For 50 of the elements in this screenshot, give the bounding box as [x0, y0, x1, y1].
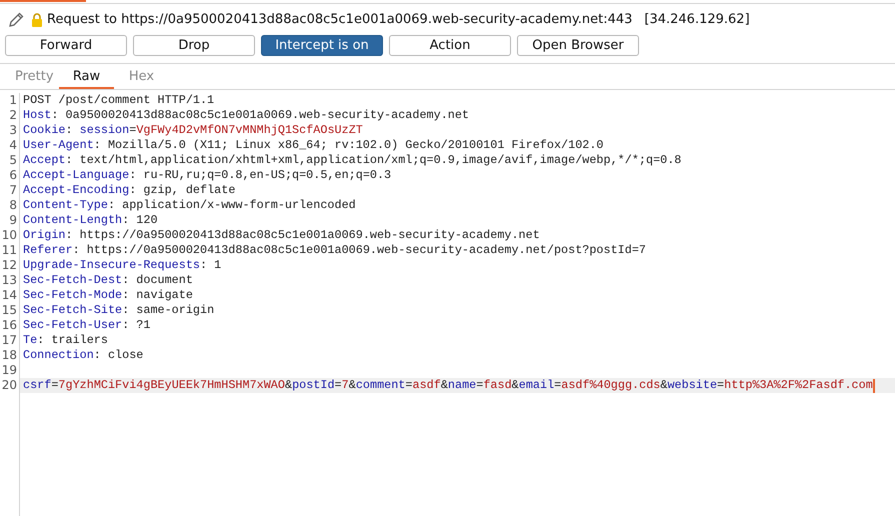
line-number: 13 [2, 273, 17, 288]
line-number: 15 [2, 303, 17, 318]
action-button[interactable]: Action [389, 35, 511, 56]
code-line: Upgrade-Insecure-Requests: 1 [23, 258, 222, 273]
intercept-toggle[interactable]: Intercept is on [261, 35, 383, 56]
request-url: Request to https://0a9500020413d88ac08c5c1e001a0069.web-security-academy.net:443 [47, 10, 632, 29]
line-number: 17 [2, 333, 17, 348]
code-line: User-Agent: Mozilla/5.0 (X11; Linux x86_64; rv:102.0) Gecko/20100101 Firefox/102.0 [23, 138, 604, 153]
line-number: 8 [9, 198, 17, 213]
code-line: Cookie: session=VgFWy4D2vMfON7vMNMhjQ1ScfAOsUzZT [23, 123, 363, 138]
line-number: 11 [2, 243, 17, 258]
code-line: Connection: close [23, 348, 144, 363]
line-number: 7 [9, 183, 17, 198]
line-number: 1 [9, 93, 17, 108]
action-button[interactable]: Drop [133, 35, 255, 56]
action-button[interactable]: Forward [5, 35, 127, 56]
line-number: 20 [2, 378, 17, 393]
code-line: Accept-Language: ru-RU,ru;q=0.8,en-US;q=0.5,en;q=0.3 [23, 168, 392, 183]
text-cursor [872, 378, 875, 392]
line-number: 3 [9, 123, 17, 138]
code-line: Host: 0a9500020413d88ac08c5c1e001a0069.web-security-academy.net [23, 108, 470, 123]
line-number: 9 [9, 213, 17, 228]
line-number: 10 [2, 228, 17, 243]
code-line: Accept: text/html,application/xhtml+xml,application/xml;q=0.9,image/avif,image/webp,*/*;q=0.8 [23, 153, 682, 168]
code-line: Referer: https://0a9500020413d88ac08c5c1e001a0069.web-security-academy.net/post?postId=7 [23, 243, 646, 258]
code-line: Content-Length: 120 [23, 213, 158, 228]
line-number: 19 [2, 363, 17, 378]
code-line: Sec-Fetch-Site: same-origin [23, 303, 214, 318]
code-line: csrf=7gYzhMCiFvi4gBEyUEEk7HmHSHM7xWAO&postId=7&comment=asdf&name=fasd&email=asdf%40ggg.cds&website=http%3A%2F%2Fasdf.com [23, 378, 873, 393]
code-line: Sec-Fetch-Mode: navigate [23, 288, 193, 303]
line-number: 6 [9, 168, 17, 183]
code-line: Content-Type: application/x-www-form-urlencoded [23, 198, 356, 213]
line-number: 14 [2, 288, 17, 303]
code-line: Te: trailers [23, 333, 108, 348]
line-number: 4 [9, 138, 17, 153]
action-button[interactable]: Open Browser [517, 35, 639, 56]
line-number: 2 [9, 108, 17, 123]
line-number: 16 [2, 318, 17, 333]
editor-tab[interactable]: Raw [59, 67, 114, 89]
code-line: Origin: https://0a9500020413d88ac08c5c1e001a0069.web-security-academy.net [23, 228, 540, 243]
lock-icon [31, 12, 43, 26]
code-line: Accept-Encoding: gzip, deflate [23, 183, 236, 198]
line-number: 18 [2, 348, 17, 363]
line-number: 12 [2, 258, 17, 273]
code-line: Sec-Fetch-Dest: document [23, 273, 193, 288]
ip-address: [34.246.129.62] [644, 10, 750, 29]
code-line: POST /post/comment HTTP/1.1 [23, 93, 214, 108]
code-line: Sec-Fetch-User: ?1 [23, 318, 150, 333]
pencil-icon[interactable] [7, 10, 25, 28]
line-number: 5 [9, 153, 17, 168]
